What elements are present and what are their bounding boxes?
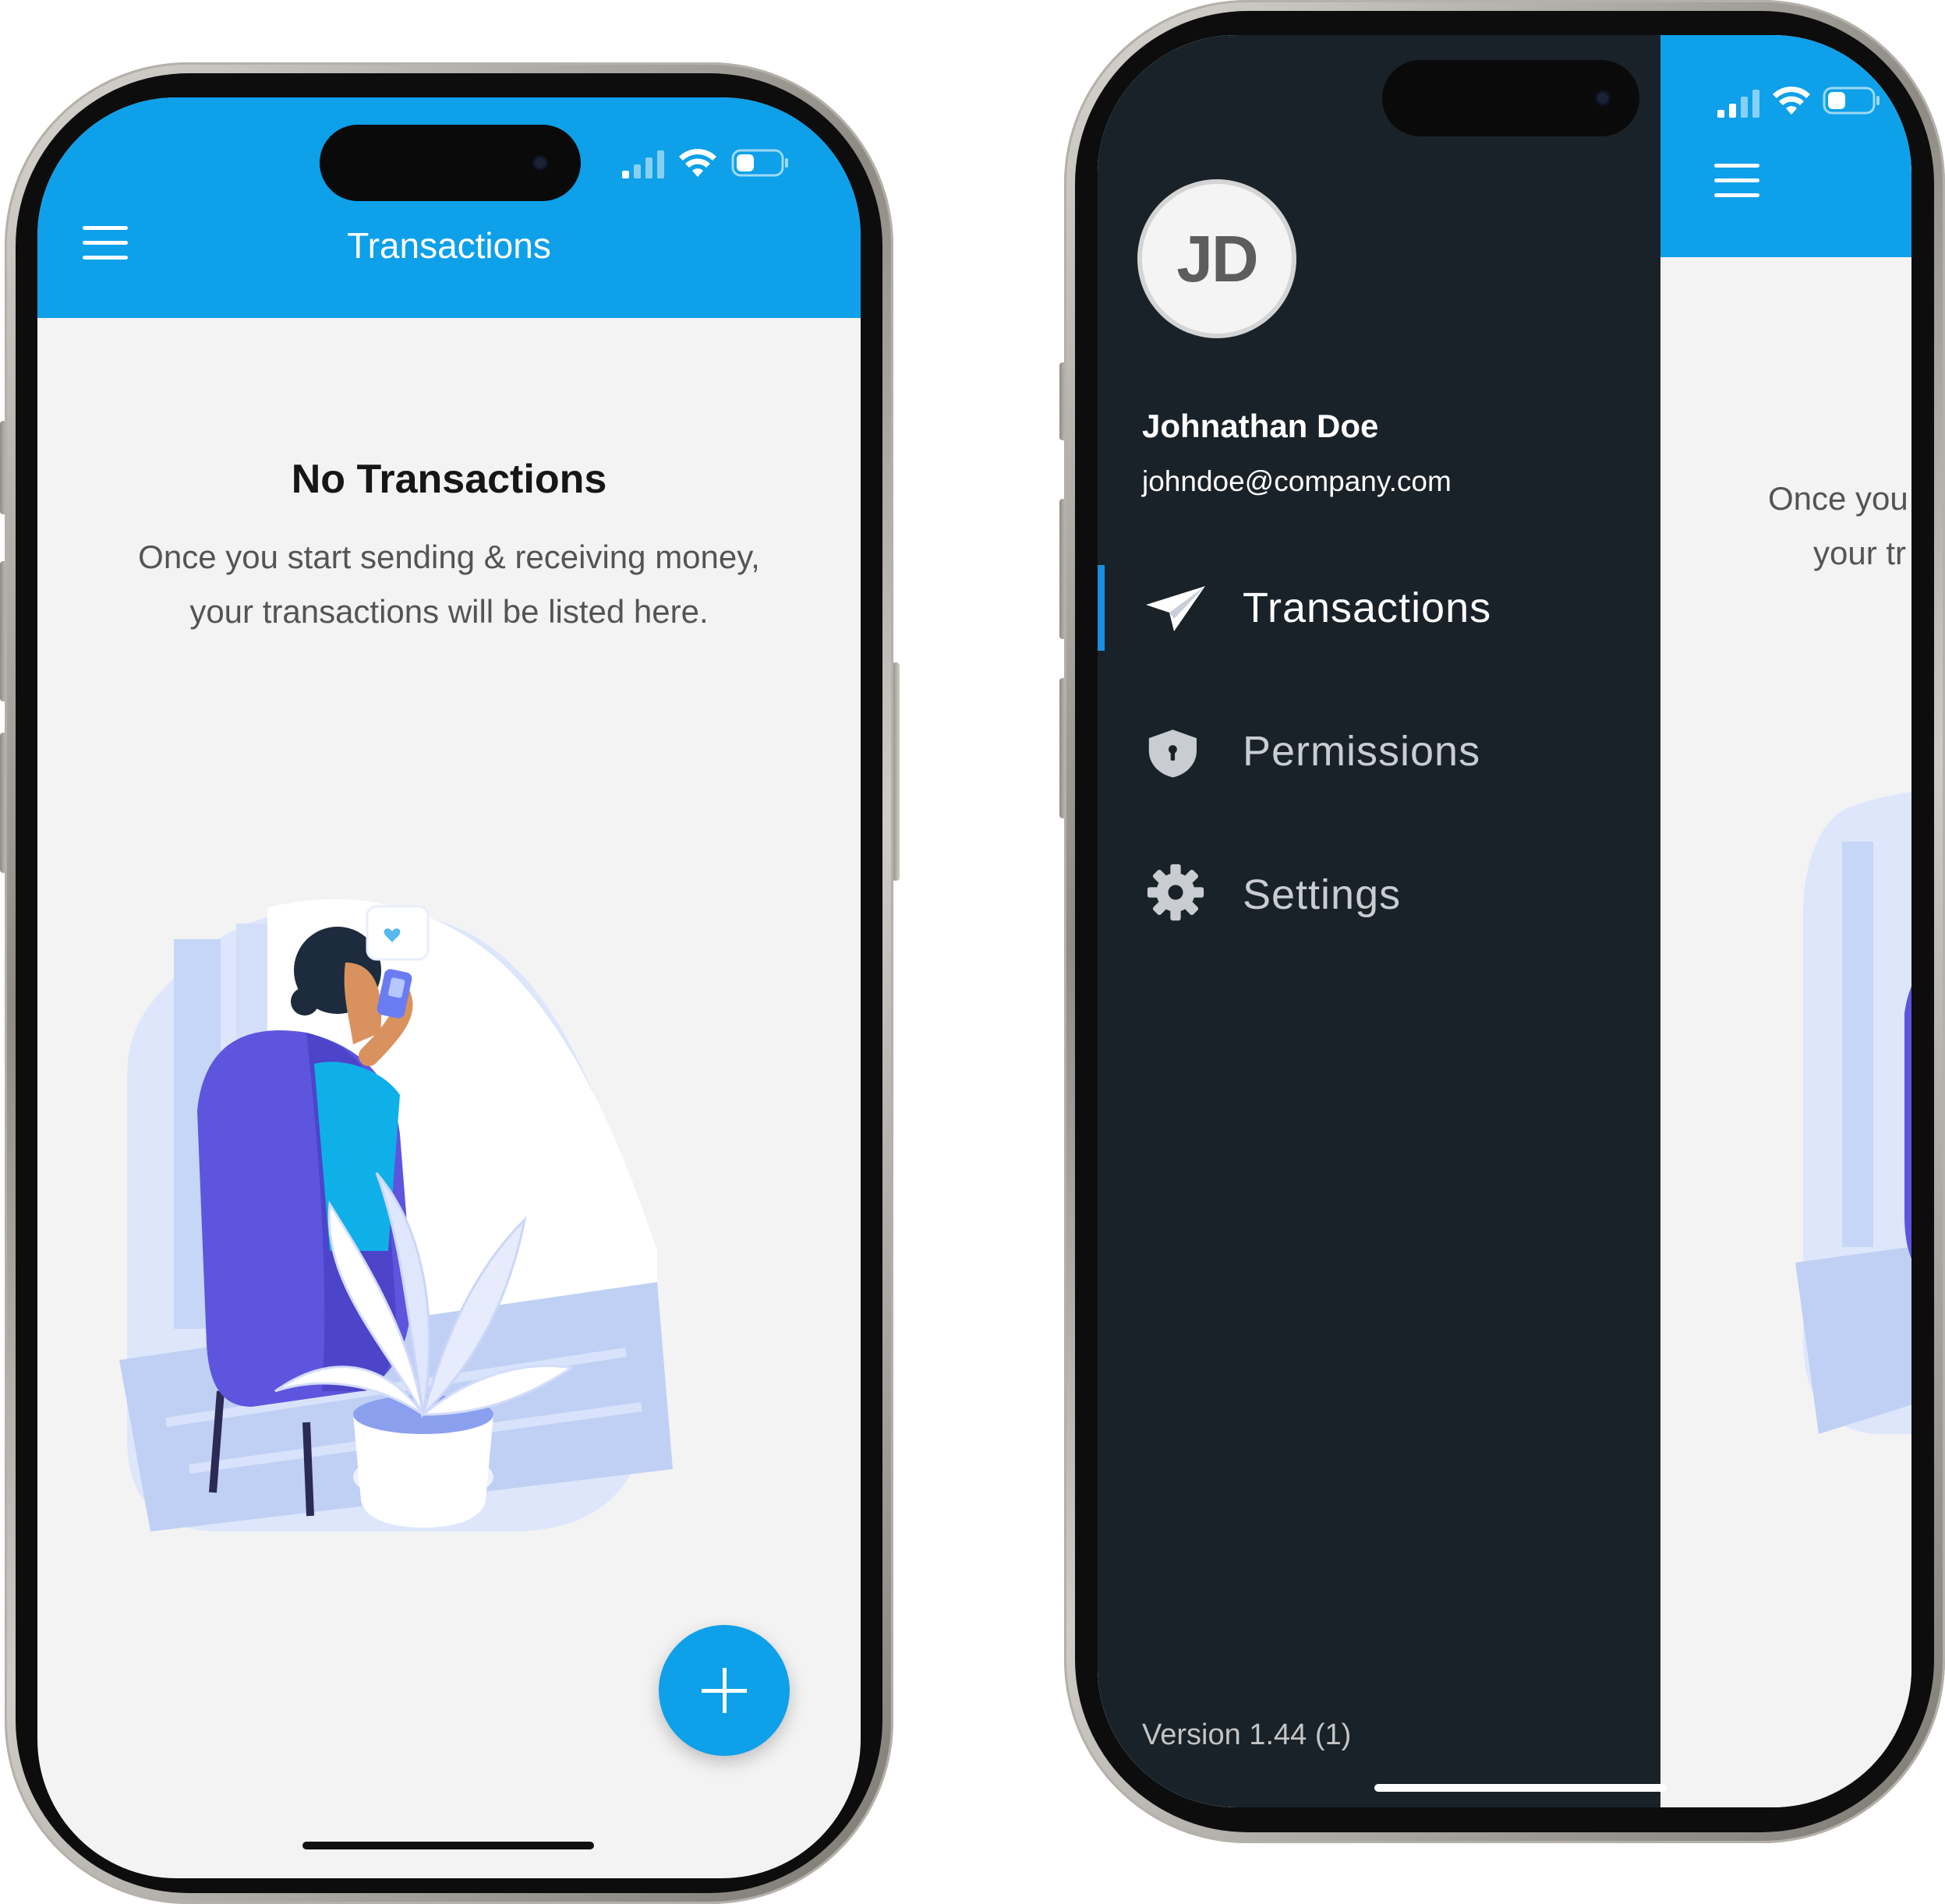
drawer-item-label: Settings <box>1243 871 1402 918</box>
hamburger-icon[interactable] <box>1714 164 1759 198</box>
drawer-item-label: Permissions <box>1243 728 1481 775</box>
home-indicator <box>1374 1784 1667 1792</box>
avatar[interactable]: JD <box>1142 184 1292 334</box>
active-indicator <box>1098 565 1105 651</box>
paper-plane-icon <box>1146 586 1205 631</box>
empty-state-line-1: Once you start sending & receiving money… <box>138 539 760 575</box>
drawer-item-label: Transactions <box>1243 585 1492 631</box>
signal-icon <box>1717 90 1759 118</box>
status-icons <box>1717 83 1897 122</box>
status-icons <box>622 144 801 183</box>
user-name: Johnathan Doe <box>1142 408 1379 444</box>
wifi-icon <box>1773 87 1810 115</box>
battery-icon <box>731 149 788 177</box>
woman-in-armchair-illustration <box>119 899 673 1531</box>
drawer-item-transactions[interactable]: Transactions <box>1098 565 1660 651</box>
battery-icon <box>1823 87 1880 115</box>
camera-icon <box>1597 93 1608 104</box>
phone-left: Transactions No Transactions Once you st… <box>0 62 900 1904</box>
drawer-item-settings[interactable]: Settings <box>1098 852 1660 938</box>
page-title: Transactions <box>347 225 551 266</box>
empty-state-title: No Transactions <box>291 457 607 502</box>
phone-right: Once you your tr JD Johnathan Doe johndo… <box>1059 0 1945 1843</box>
add-transaction-button[interactable] <box>659 1625 790 1756</box>
behind-text-line-1: Once you <box>1768 480 1908 517</box>
empty-state-text: Once you start sending & receiving money… <box>53 530 845 639</box>
screen-drawer-open: Once you your tr JD Johnathan Doe johndo… <box>1098 35 1911 1807</box>
camera-icon <box>535 157 546 168</box>
app-version: Version 1.44 (1) <box>1142 1719 1352 1751</box>
behind-text: Once you your tr <box>1768 472 1911 581</box>
behind-text-line-2: your tr <box>1813 535 1907 571</box>
home-indicator <box>302 1842 594 1849</box>
illustration-partial <box>1795 792 1911 1434</box>
empty-state-line-2: your transactions will be listed here. <box>189 593 709 630</box>
wifi-icon <box>679 149 716 177</box>
shield-lock-icon <box>1148 729 1197 778</box>
user-email: johndoe@company.com <box>1142 465 1452 497</box>
navigation-drawer: JD Johnathan Doe johndoe@company.com Tra… <box>1098 35 1660 1807</box>
dynamic-island <box>1382 60 1639 136</box>
screen-transactions: Transactions No Transactions Once you st… <box>37 97 861 1878</box>
dynamic-island <box>320 125 581 201</box>
signal-icon <box>622 150 664 178</box>
gear-icon <box>1147 864 1204 921</box>
drawer-item-permissions[interactable]: Permissions <box>1098 708 1660 794</box>
